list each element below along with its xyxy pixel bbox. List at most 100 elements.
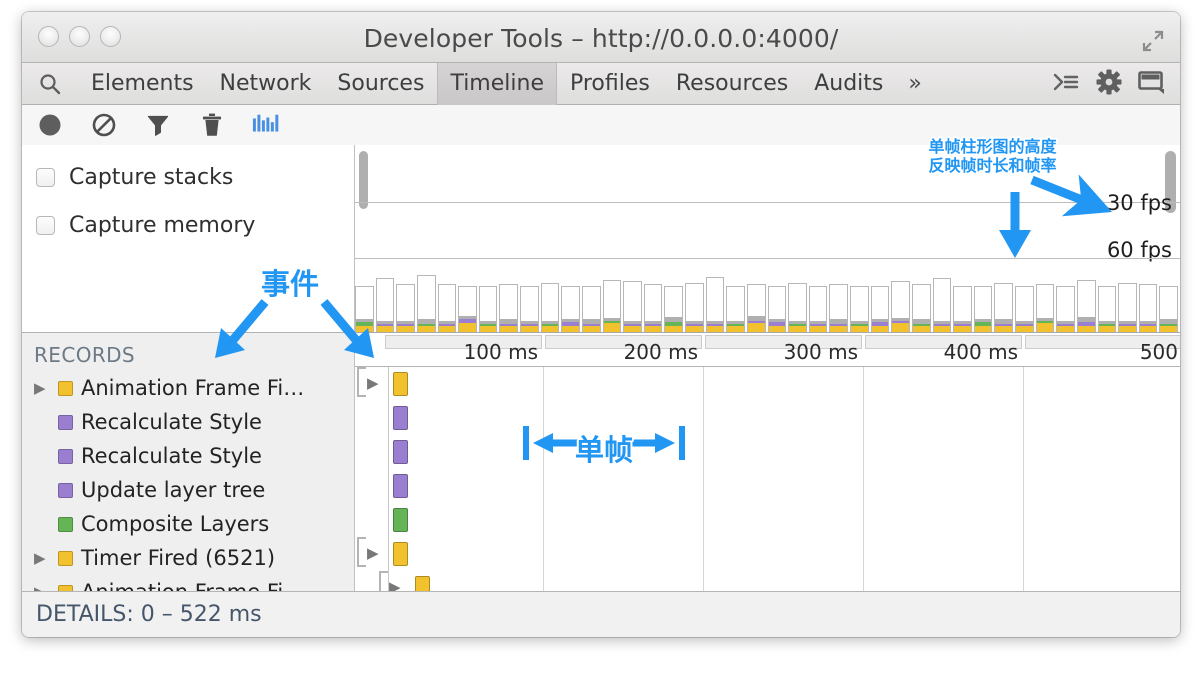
frame-segment-scripting [851,326,868,332]
event-row-3[interactable] [355,469,1180,503]
frame-bar[interactable] [1118,283,1137,333]
frame-bar[interactable] [768,286,787,333]
console-drawer-icon[interactable] [1052,70,1080,98]
frame-bar[interactable] [541,283,560,333]
frame-bar[interactable] [994,283,1013,333]
frame-bar[interactable] [1098,286,1117,333]
record-circle-icon[interactable] [36,111,64,139]
frame-bar[interactable] [603,280,622,333]
frame-bars[interactable] [355,257,1180,332]
gear-icon[interactable] [1096,69,1122,99]
frame-bar[interactable] [438,284,457,332]
frame-bar[interactable] [499,284,518,332]
tab-sources[interactable]: Sources [324,63,437,105]
frame-bar[interactable] [726,286,745,333]
record-row-5[interactable]: ▶ Timer Fired (6521) [22,541,354,575]
frame-bar[interactable] [809,286,828,333]
frame-bar[interactable] [871,286,890,333]
record-label: Recalculate Style [81,444,262,468]
frame-bar[interactable] [912,284,931,332]
tab-elements[interactable]: Elements [78,63,207,105]
frame-bar[interactable] [582,286,601,333]
frame-bar[interactable] [850,286,869,333]
tab-resources[interactable]: Resources [663,63,801,105]
frame-bar[interactable] [644,284,663,332]
event-bar[interactable] [393,440,408,464]
frame-bar[interactable] [479,286,498,333]
frame-bar[interactable] [891,281,910,332]
frame-bar[interactable] [376,278,395,332]
frame-bar[interactable] [788,283,807,333]
record-color-swatch [58,449,73,464]
event-row-4[interactable] [355,503,1180,537]
event-row-5[interactable]: ▶ [355,537,1180,571]
frame-bar[interactable] [1159,286,1178,333]
event-row-1[interactable] [355,401,1180,435]
event-bar[interactable] [393,406,408,430]
frame-bar[interactable] [561,286,580,333]
tab-network-label: Network [220,71,312,96]
event-bar[interactable] [393,508,408,532]
frame-bar[interactable] [417,275,436,332]
capture-memory-row[interactable]: Capture memory [36,201,354,249]
frame-bar[interactable] [458,286,477,333]
disclosure-triangle-icon[interactable]: ▶ [34,551,50,566]
capture-stacks-checkbox[interactable] [36,168,55,187]
bar-chart-icon[interactable] [252,111,280,139]
frame-bar[interactable] [685,283,704,333]
frame-bar[interactable] [1036,284,1055,332]
record-row-4[interactable]: ▶ Composite Layers [22,507,354,541]
record-row-3[interactable]: ▶ Update layer tree [22,473,354,507]
timeline-events-lanes[interactable]: ▶ [355,367,1180,599]
capture-stacks-row[interactable]: Capture stacks [36,153,354,201]
window-title: Developer Tools – http://0.0.0.0:4000/ [22,24,1180,53]
frame-bar[interactable] [706,277,725,333]
search-icon[interactable] [22,63,78,105]
frame-bar[interactable] [1077,280,1096,333]
disclosure-triangle-icon[interactable]: ▶ [34,381,50,396]
details-range-label: DETAILS: 0 – 522 ms [36,602,262,627]
frame-segment-scripting [1078,326,1095,332]
overview-left-handle[interactable] [359,151,368,209]
dock-side-icon[interactable] [1138,70,1164,98]
ban-icon[interactable] [90,111,118,139]
frame-bar[interactable] [1139,284,1158,332]
frame-bar[interactable] [953,286,972,333]
tab-network[interactable]: Network [207,63,325,105]
event-row-0[interactable]: ▶ [355,367,1180,401]
frames-overview-chart[interactable]: 30 fps 60 fps [355,145,1180,333]
tab-profiles[interactable]: Profiles [557,63,663,105]
trash-icon[interactable] [198,111,226,139]
event-bar[interactable] [393,474,408,498]
frame-bar[interactable] [520,286,539,333]
frame-bar[interactable] [355,286,374,333]
disclosure-triangle-icon[interactable]: ▶ [367,546,379,561]
disclosure-triangle-icon[interactable]: ▶ [367,376,379,391]
event-row-2[interactable] [355,435,1180,469]
records-panel: RECORDS ▶ Animation Frame Fi… ▶ Recalcul… [22,332,354,600]
event-bar[interactable] [393,372,408,396]
frame-bar[interactable] [933,278,952,332]
record-row-0[interactable]: ▶ Animation Frame Fi… [22,371,354,405]
record-row-2[interactable]: ▶ Recalculate Style [22,439,354,473]
frame-bar[interactable] [1056,286,1075,333]
frame-bar[interactable] [747,284,766,332]
frame-bar[interactable] [829,284,848,332]
frame-bar[interactable] [974,286,993,333]
record-row-1[interactable]: ▶ Recalculate Style [22,405,354,439]
screenshot-root: Developer Tools – http://0.0.0.0:4000/ [0,0,1202,680]
capture-memory-checkbox[interactable] [36,216,55,235]
tab-timeline[interactable]: Timeline [437,63,557,105]
frame-bar[interactable] [664,286,683,333]
funnel-icon[interactable] [144,111,172,139]
tabbar-actions [1052,69,1180,99]
timeline-ruler[interactable]: 100 ms 200 ms 300 ms 400 ms 500 ms [355,333,1180,367]
timeline-sidebar: Capture stacks Capture memory RECORDS ▶ … [22,145,354,600]
frame-bar[interactable] [1015,286,1034,333]
event-bar[interactable] [393,542,408,566]
tab-audits[interactable]: Audits [801,63,896,105]
frame-bar[interactable] [623,281,642,332]
tab-overflow-button[interactable]: » [896,63,933,105]
expand-icon[interactable] [1140,28,1166,54]
frame-bar[interactable] [396,284,415,332]
